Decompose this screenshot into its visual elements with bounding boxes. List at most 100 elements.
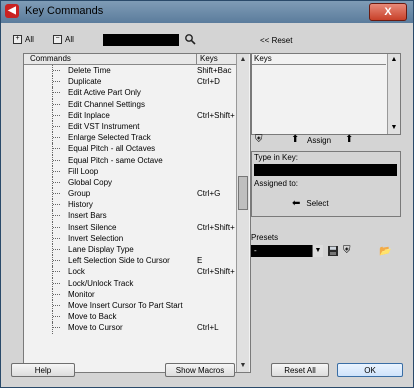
delete-key-icon[interactable]: ⛨ [255,134,263,145]
commands-list: Commands Keys Delete Time Shift+Bac Duplic… [23,53,251,373]
command-key: Shift+Bac [197,66,232,75]
tree-connector [52,87,61,99]
keys-header: Keys [254,54,272,63]
tree-connector [52,165,61,177]
tree-connector [52,176,61,189]
command-name: Move Insert Cursor To Part Start [68,300,183,310]
table-row[interactable]: Invert Selection [24,232,236,244]
table-row[interactable]: Lock/Unlock Track [24,277,236,289]
assign-button[interactable]: Assign [307,136,331,145]
tree-connector [52,277,61,289]
close-button[interactable]: X [369,3,407,21]
collapse-all-label: All [65,35,74,44]
tree-connector [52,199,61,211]
table-row[interactable]: Enlarge Selected Track [24,132,236,144]
presets-value: - [254,246,257,255]
select-arrow-icon: ⬅ [292,198,301,209]
command-name: Group [68,189,91,199]
keys-header-line [252,64,386,65]
type-in-key-group: Type in Key: Assigned to: ⬅ Select [251,151,401,217]
dropdown-chevron-icon[interactable]: ▼ [312,245,323,257]
keys-scrollbar[interactable]: ▲ ▼ [387,54,400,134]
show-macros-button[interactable]: Show Macros [165,363,235,377]
help-button[interactable]: Help [11,363,75,377]
save-icon[interactable] [327,245,339,257]
command-name: Move to Back [68,312,117,322]
tree-connector [52,98,61,110]
keys-column-header[interactable]: Keys [200,54,218,63]
command-name: Delete Time [68,66,111,75]
commands-column-header[interactable]: Commands [30,54,71,63]
search-icon[interactable] [184,33,196,45]
collapse-all-button[interactable]: − All [53,35,74,44]
command-name: Insert Silence [68,222,117,232]
tree-connector [52,76,61,88]
table-row[interactable]: Edit VST Instrument [24,120,236,133]
column-divider[interactable] [196,54,197,64]
command-name: Left Selection Side to Cursor [68,256,170,266]
table-row[interactable]: Equal Pitch - same Octave [24,154,236,166]
command-name: Edit VST Instrument [68,121,140,131]
table-row[interactable]: Group Ctrl+G [24,188,236,200]
command-key: Ctrl+D [197,77,220,87]
commands-rows: Delete Time Shift+Bac Duplicate Ctrl+D Edit … [24,65,236,371]
table-row[interactable]: Lock Ctrl+Shift+ [24,266,236,278]
table-row[interactable]: History [24,199,236,211]
table-row[interactable]: Edit Channel Settings [24,98,236,110]
type-in-key-field[interactable] [254,164,397,176]
select-button[interactable]: ⬅ Select [292,198,329,209]
table-row[interactable]: Duplicate Ctrl+D [24,76,236,88]
keys-scroll-up-icon[interactable]: ▲ [389,55,399,65]
search-input[interactable] [103,34,179,46]
tree-connector [52,188,61,200]
scroll-up-icon[interactable]: ▲ [238,55,248,65]
commands-scrollbar[interactable]: ▲ ▼ [236,54,249,372]
select-label: Select [306,199,329,208]
command-name: Lock [68,267,85,277]
tree-connector [52,221,61,233]
command-name: Global Copy [68,177,113,187]
table-row[interactable]: Insert Silence Ctrl+Shift+ [24,221,236,233]
tree-connector [52,143,61,155]
table-row[interactable]: Edit Active Part Only [24,87,236,99]
table-row[interactable]: Insert Bars [24,210,236,222]
table-row[interactable]: Move Insert Cursor To Part Start [24,299,236,312]
tree-connector [52,65,61,77]
table-row[interactable]: Global Copy [24,176,236,189]
table-row[interactable]: Left Selection Side to Cursor E [24,255,236,267]
table-row[interactable]: Delete Time Shift+Bac [24,65,236,77]
tree-connector [52,120,61,133]
tree-connector [52,132,61,144]
table-row[interactable]: Edit Inplace Ctrl+Shift+ [24,109,236,121]
reset-button[interactable]: << Reset [260,36,292,45]
assign-arrow-icon: ⬆ [345,134,354,145]
table-row[interactable]: Equal Pitch - all Octaves [24,143,236,155]
import-folder-icon[interactable]: 📂 [379,246,393,258]
list-header: Commands Keys [24,54,236,65]
delete-preset-icon[interactable]: ⛨ [343,245,355,257]
toolbar: + All − All << Reset [13,33,413,47]
title-bar[interactable]: ◀ Key Commands X [1,1,413,23]
command-key: Ctrl+Shift+ [197,110,235,120]
keys-scroll-down-icon[interactable]: ▼ [389,123,399,133]
presets-select[interactable]: - ▼ [251,245,323,257]
ok-button[interactable]: OK [337,363,403,377]
assign-row: ⛨ ⬆ Assign ⬆ [251,133,399,149]
table-row[interactable]: Move to Back [24,311,236,323]
command-key: E [197,256,203,266]
scroll-thumb[interactable] [238,176,248,210]
command-key: Ctrl+G [197,189,221,199]
table-row[interactable]: Fill Loop [24,165,236,177]
tree-connector [52,266,61,278]
tree-connector [52,255,61,267]
dialog-body: + All − All << Reset Commands Keys Delet… [7,27,407,383]
command-name: Fill Loop [68,166,99,176]
expand-all-button[interactable]: + All [13,35,34,44]
app-icon: ◀ [5,4,19,18]
keys-list[interactable]: Keys ▲ ▼ [251,53,401,135]
table-row[interactable]: Monitor [24,288,236,300]
plus-box-icon: + [13,35,22,44]
table-row[interactable]: Move to Cursor Ctrl+L [24,322,236,334]
reset-all-button[interactable]: Reset All [271,363,329,377]
table-row[interactable]: Lane Display Type [24,244,236,256]
